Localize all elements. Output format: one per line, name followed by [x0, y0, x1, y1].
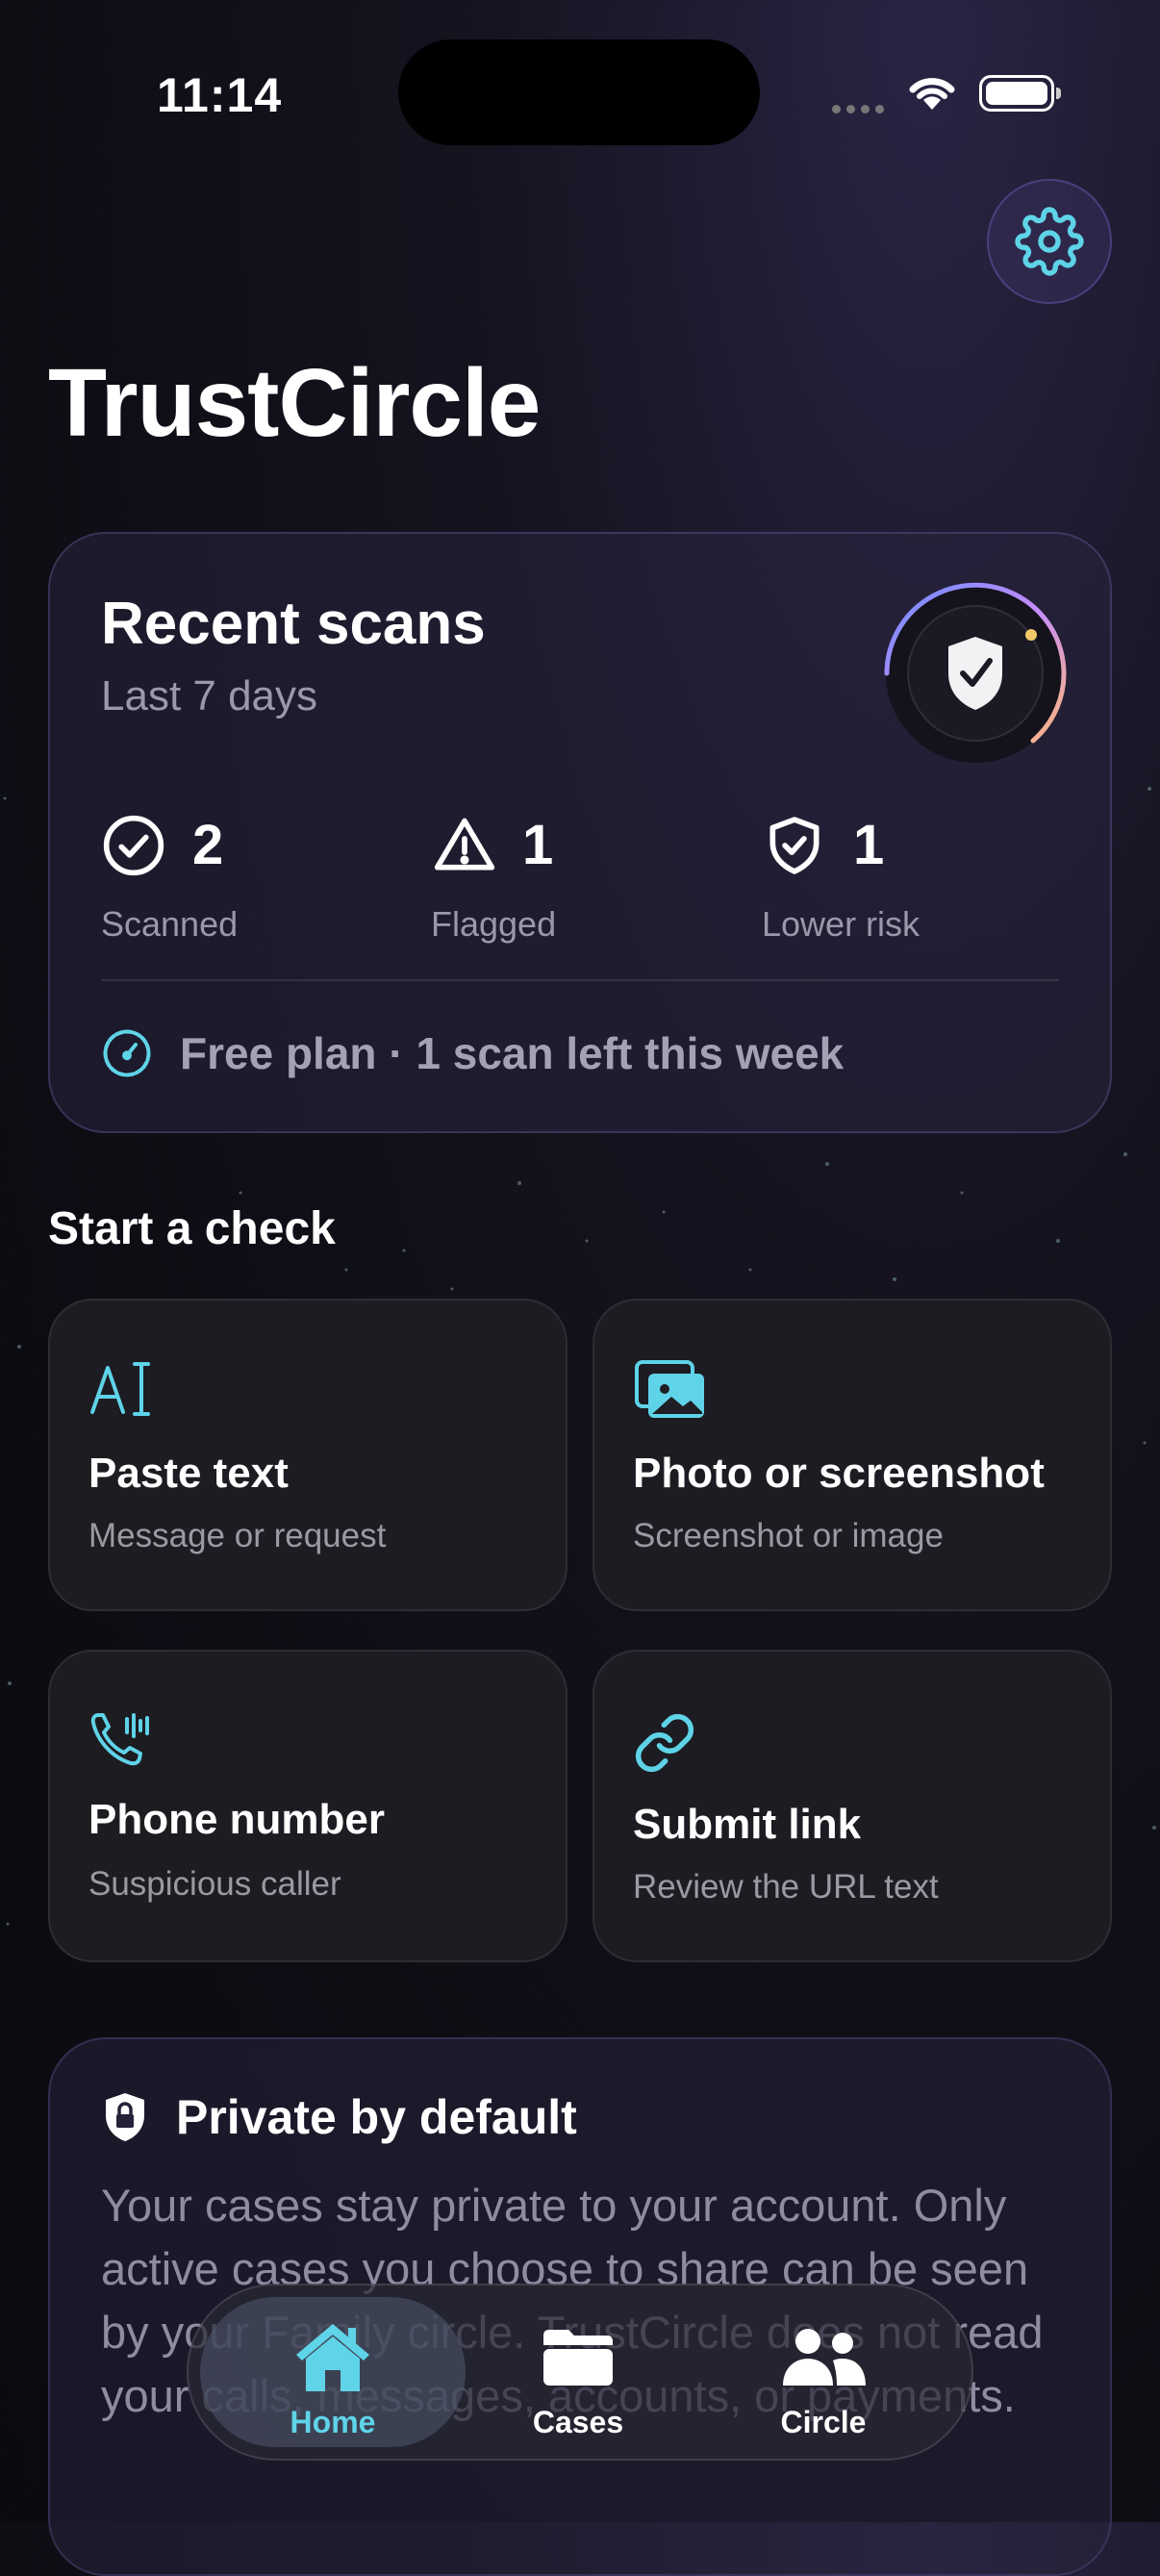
- recent-scans-title: Recent scans: [101, 591, 486, 657]
- submit-link-tile[interactable]: Submit link Review the URL text: [593, 1650, 1112, 1962]
- warning-triangle-icon: [434, 818, 495, 871]
- tile-subtitle: Screenshot or image: [633, 1517, 944, 1554]
- card-divider: [101, 979, 1059, 981]
- text-cursor-icon: [90, 1362, 150, 1416]
- tab-cases[interactable]: Cases: [477, 2286, 679, 2459]
- recent-scans-subtitle: Last 7 days: [101, 672, 318, 720]
- lock-shield-icon: [106, 2093, 144, 2141]
- tile-title: Submit link: [633, 1801, 862, 1848]
- settings-button[interactable]: [987, 179, 1112, 304]
- phone-number-tile[interactable]: Phone number Suspicious caller: [48, 1650, 567, 1962]
- dynamic-island: [398, 39, 760, 145]
- tile-subtitle: Review the URL text: [633, 1868, 939, 1906]
- stat-value: 1: [522, 814, 554, 876]
- privacy-header: Private by default: [103, 2089, 577, 2145]
- shield-check-icon: [769, 817, 820, 874]
- protection-status-ring: [884, 582, 1067, 763]
- link-icon: [635, 1714, 694, 1772]
- stat-label: Flagged: [431, 904, 557, 944]
- gear-icon: [1015, 207, 1084, 276]
- stat-value: 1: [853, 814, 885, 876]
- people-icon: [783, 2329, 866, 2386]
- battery-icon: [979, 75, 1061, 112]
- wifi-icon: [909, 78, 955, 110]
- gauge-icon: [103, 1029, 151, 1077]
- tile-title: Paste text: [88, 1450, 289, 1497]
- stat-label: Scanned: [101, 904, 239, 944]
- tab-label: Circle: [780, 2405, 867, 2439]
- recent-scans-card[interactable]: Recent scans Last 7 days 2 Scanned 1 Fla…: [48, 532, 1112, 1133]
- photos-icon: [635, 1360, 704, 1418]
- privacy-title: Private by default: [176, 2090, 577, 2144]
- signal-icon: [832, 101, 890, 118]
- photo-screenshot-tile[interactable]: Photo or screenshot Screenshot or image: [593, 1299, 1112, 1611]
- tile-subtitle: Message or request: [88, 1517, 387, 1554]
- phone-waves-icon: [90, 1713, 149, 1766]
- tab-label: Cases: [532, 2405, 624, 2439]
- tab-home[interactable]: Home: [200, 2286, 466, 2459]
- start-check-heading: Start a check: [48, 1203, 336, 1254]
- tile-title: Phone number: [88, 1796, 386, 1843]
- tab-label: Home: [290, 2405, 376, 2439]
- app-title: TrustCircle: [48, 349, 541, 457]
- stat-label: Lower risk: [762, 904, 920, 944]
- folder-icon: [543, 2330, 613, 2386]
- check-circle-icon: [103, 815, 164, 876]
- stat-value: 2: [192, 814, 224, 876]
- plan-text: Free plan · 1 scan left this week: [180, 1028, 845, 1078]
- tile-title: Photo or screenshot: [633, 1450, 1045, 1497]
- paste-text-tile[interactable]: Paste text Message or request: [48, 1299, 567, 1611]
- house-icon: [296, 2324, 369, 2391]
- status-bar: 11:14: [0, 0, 1160, 145]
- tile-subtitle: Suspicious caller: [88, 1865, 341, 1903]
- tab-bar: Home Cases Circle: [187, 2284, 973, 2461]
- status-time: 11:14: [157, 68, 283, 122]
- plan-status[interactable]: Free plan · 1 scan left this week: [101, 1027, 844, 1079]
- tab-circle[interactable]: Circle: [708, 2286, 939, 2459]
